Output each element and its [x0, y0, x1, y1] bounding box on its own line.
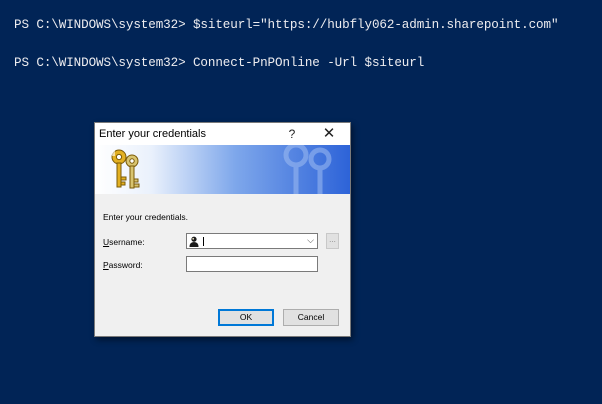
- cancel-button[interactable]: Cancel: [283, 309, 339, 326]
- text-caret: [203, 237, 204, 246]
- dialog-prompt: Enter your credentials.: [103, 212, 189, 222]
- chevron-down-icon[interactable]: ⌵: [307, 235, 314, 246]
- console-line-2: PS C:\WINDOWS\system32> Connect-PnPOnlin…: [14, 56, 425, 70]
- keys-watermark-icon: [283, 145, 332, 194]
- user-icon: [189, 236, 199, 247]
- credentials-banner: [95, 145, 350, 194]
- dialog-titlebar[interactable]: Enter your credentials ? ✕: [95, 123, 350, 145]
- browse-button[interactable]: ...: [326, 233, 339, 249]
- username-label: Username:: [103, 237, 145, 247]
- ok-button[interactable]: OK: [218, 309, 274, 326]
- dialog-title: Enter your credentials: [99, 128, 206, 140]
- password-field[interactable]: [186, 256, 318, 272]
- keys-icon: [111, 149, 140, 189]
- credentials-dialog: Enter your credentials ? ✕ Enter your cr…: [94, 122, 351, 337]
- username-combobox[interactable]: ⌵: [186, 233, 318, 249]
- help-button[interactable]: ?: [278, 125, 306, 143]
- console-line-1: PS C:\WINDOWS\system32> $siteurl="https:…: [14, 18, 559, 32]
- password-label: Password:: [103, 260, 143, 270]
- close-button[interactable]: ✕: [315, 125, 343, 143]
